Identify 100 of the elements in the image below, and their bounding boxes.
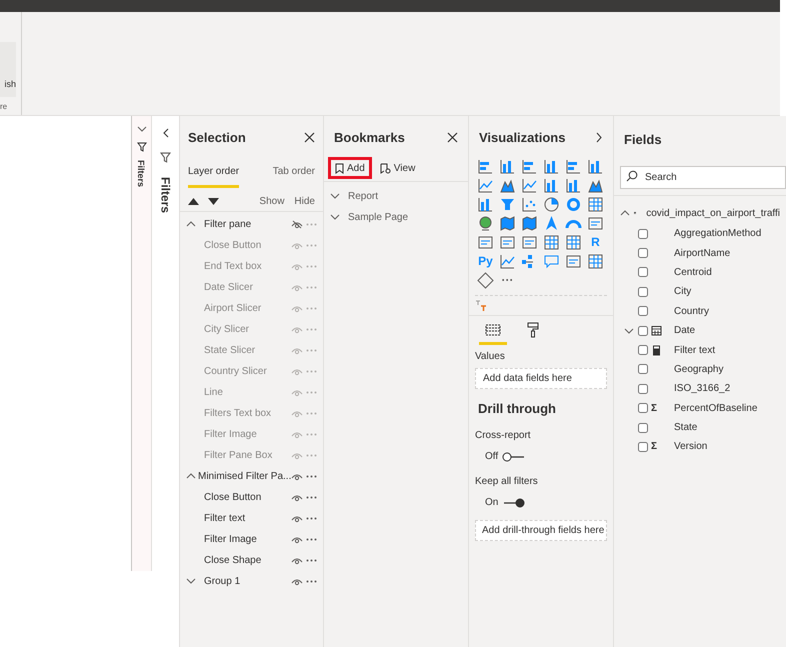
toggle-switch[interactable] [502, 498, 526, 508]
eye-icon[interactable] [291, 472, 304, 480]
publish-button[interactable]: ish [0, 42, 16, 97]
layer-item[interactable]: Minimised Filter Pa... [198, 468, 292, 484]
expand-chevron-icon[interactable] [595, 132, 603, 144]
field-checkbox[interactable] [638, 326, 648, 336]
move-up-icon[interactable] [188, 198, 199, 204]
field-checkbox[interactable] [638, 248, 648, 258]
bookmark-group[interactable]: Report [348, 188, 378, 204]
visual-type-icon[interactable] [587, 196, 604, 212]
field-name[interactable]: Centroid [674, 264, 712, 280]
field-name[interactable]: PercentOfBaseline [674, 400, 758, 416]
field-name[interactable]: ISO_3166_2 [674, 381, 730, 396]
visual-type-icon[interactable] [521, 214, 538, 232]
field-name[interactable]: Geography [674, 362, 724, 377]
field-name[interactable]: AirportName [674, 246, 730, 261]
close-icon[interactable] [304, 132, 315, 144]
more-icon[interactable] [306, 496, 317, 498]
view-button[interactable]: View [380, 160, 416, 176]
field-name[interactable]: Country [674, 304, 710, 319]
expand-chevron-icon[interactable] [624, 326, 634, 336]
visual-type-icon[interactable] [499, 158, 516, 174]
visual-type-icon[interactable] [543, 196, 560, 212]
visual-type-icon[interactable] [499, 234, 516, 250]
field-name[interactable]: AggregationMethod [674, 226, 762, 242]
text-format-icon[interactable] [475, 299, 487, 311]
search-field[interactable]: Search [620, 166, 786, 189]
field-name[interactable]: Version [674, 439, 708, 454]
visual-type-icon[interactable] [543, 214, 560, 232]
visual-type-icon[interactable] [521, 158, 538, 174]
visual-type-icon[interactable] [587, 252, 604, 270]
pane-tab[interactable]: Layer order [188, 164, 240, 188]
layer-item[interactable]: Filter text [204, 510, 291, 526]
visual-type-icon[interactable] [499, 252, 516, 270]
move-down-icon[interactable] [208, 198, 219, 204]
field-name[interactable]: City [674, 284, 692, 300]
filters-label[interactable]: Filters [156, 177, 174, 214]
visual-type-icon[interactable] [587, 214, 604, 232]
collapse-chevron-icon[interactable] [620, 208, 630, 218]
bookmark-group[interactable]: Sample Page [348, 210, 408, 224]
toggle-switch[interactable] [502, 452, 526, 462]
visual-type-icon[interactable] [521, 176, 538, 194]
field-checkbox[interactable] [638, 228, 648, 239]
field-checkbox[interactable] [638, 306, 648, 316]
fields-tab[interactable] [479, 322, 507, 344]
more-icon[interactable] [306, 580, 317, 582]
field-checkbox[interactable] [638, 384, 648, 394]
field-checkbox[interactable] [638, 422, 648, 433]
collapse-chevron-icon[interactable] [186, 471, 196, 481]
visual-type-icon[interactable] [565, 158, 582, 174]
visual-glyph-icon[interactable]: ··· [499, 272, 516, 288]
layer-item[interactable]: Close Button [204, 490, 291, 504]
visual-type-icon[interactable] [477, 234, 494, 250]
field-checkbox[interactable] [638, 267, 648, 278]
hidden-eye-icon[interactable] [291, 220, 303, 228]
table-name[interactable]: covid_impact_on_airport_traffi [646, 206, 780, 220]
more-icon[interactable] [306, 474, 318, 478]
expand-chevron-icon[interactable] [330, 191, 340, 201]
pane-tab[interactable]: Tab order [272, 164, 315, 188]
layer-item[interactable]: Close Shape [204, 552, 291, 568]
more-icon[interactable] [306, 538, 317, 540]
visual-type-icon[interactable] [543, 252, 560, 270]
field-checkbox[interactable] [638, 286, 648, 297]
visual-type-icon[interactable] [543, 234, 560, 250]
field-name[interactable]: Date [674, 323, 696, 338]
visual-type-icon[interactable] [543, 158, 560, 174]
close-icon[interactable] [447, 132, 458, 144]
field-checkbox[interactable] [638, 403, 648, 414]
visual-type-icon[interactable] [499, 214, 516, 232]
eye-icon[interactable] [291, 534, 303, 544]
filter-icon[interactable] [160, 152, 171, 163]
field-checkbox[interactable] [638, 345, 648, 356]
visual-type-icon[interactable] [587, 158, 604, 174]
visual-type-icon[interactable] [565, 252, 582, 270]
visual-type-icon[interactable] [565, 196, 582, 212]
layer-item[interactable]: Group 1 [204, 574, 291, 588]
eye-icon[interactable] [291, 556, 303, 564]
drop-field[interactable]: Add data fields here [475, 368, 607, 388]
layer-item[interactable]: Filter Image [204, 532, 291, 546]
back-chevron-icon[interactable] [160, 128, 170, 138]
field-name[interactable]: Filter text [674, 342, 716, 358]
visual-type-icon[interactable] [521, 196, 538, 212]
visual-type-icon[interactable] [477, 214, 494, 232]
add-bookmark-button[interactable]: Add [328, 157, 372, 179]
visual-type-icon[interactable] [477, 158, 494, 174]
filter-icon[interactable] [136, 142, 146, 152]
visual-type-icon[interactable] [477, 196, 494, 212]
eye-icon[interactable] [291, 492, 303, 502]
eye-icon[interactable] [291, 576, 303, 586]
visual-type-icon[interactable] [477, 272, 494, 288]
layer-item[interactable]: Filter pane [204, 216, 291, 232]
more-icon[interactable] [306, 558, 317, 562]
more-icon[interactable] [306, 516, 317, 520]
field-checkbox[interactable] [638, 442, 648, 452]
expand-chevron-icon[interactable] [330, 212, 340, 222]
expand-chevron-icon[interactable] [136, 124, 146, 134]
collapse-chevron-icon[interactable] [186, 219, 196, 229]
field-name[interactable]: State [674, 420, 698, 436]
visual-type-icon[interactable] [477, 176, 494, 194]
drop-field[interactable]: Add drill-through fields here [475, 520, 607, 541]
